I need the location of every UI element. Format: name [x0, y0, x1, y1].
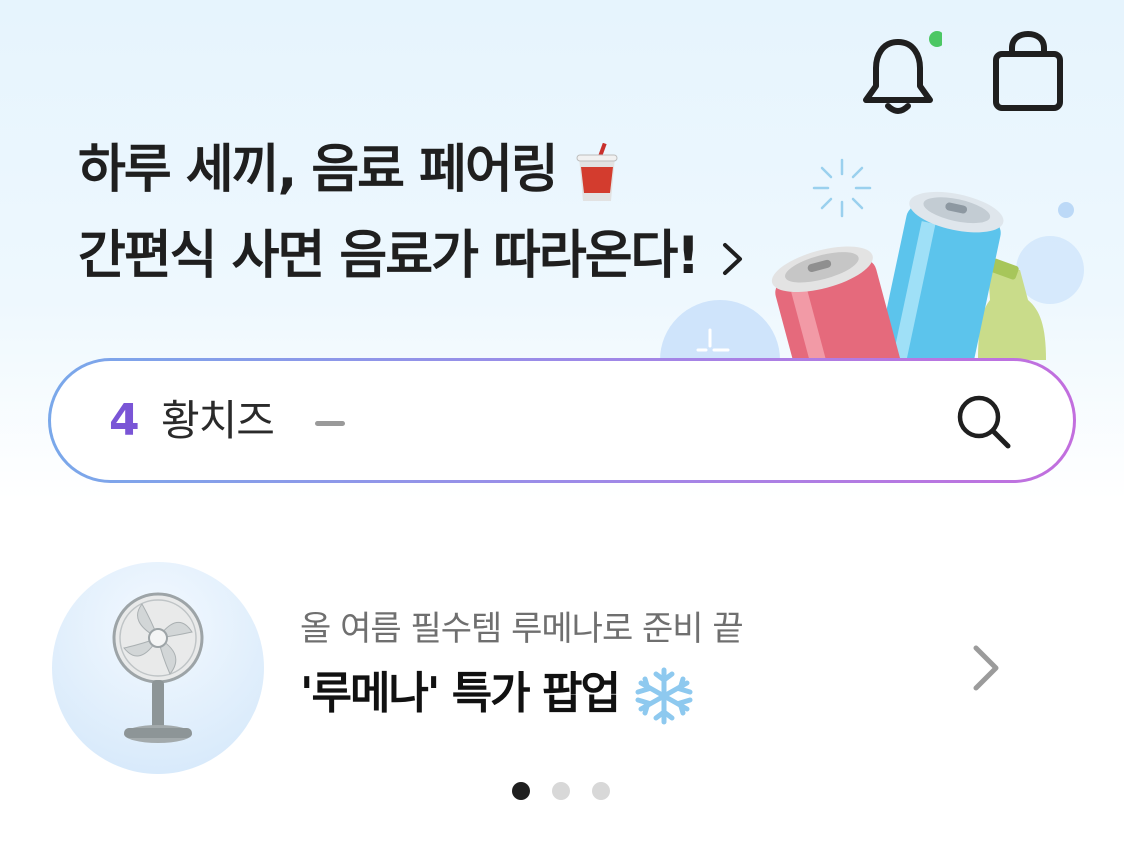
banner-line1-text: 하루 세끼, 음료 페어링 [78, 140, 559, 200]
promo-title[interactable]: '루메나' 특가 팝업 [300, 664, 694, 726]
banner-headline[interactable]: 하루 세끼, 음료 페어링 [78, 138, 621, 203]
promo-subtitle[interactable]: 올 여름 필수템 루메나로 준비 끝 [300, 606, 744, 652]
shopping-bag-icon [993, 30, 1063, 111]
chevron-right-icon[interactable] [966, 640, 1006, 696]
carousel-dot-active[interactable] [512, 782, 530, 800]
search-bar[interactable]: 4 황치즈 [48, 358, 1076, 483]
banner-subline[interactable]: 간편식 사면 음료가 따라온다! [78, 224, 746, 288]
promo-thumbnail[interactable] [52, 562, 264, 774]
carousel-dot[interactable] [552, 782, 570, 800]
banner-illustration[interactable] [660, 150, 1100, 420]
notification-badge [929, 31, 945, 47]
desk-fan-icon [112, 592, 204, 743]
carousel-dot[interactable] [592, 782, 610, 800]
drink-cup-icon [576, 142, 618, 201]
search-field[interactable]: 4 황치즈 [51, 361, 1073, 480]
search-icon[interactable] [953, 391, 1015, 453]
promo-title-text: '루메나' 특가 팝업 [300, 668, 621, 719]
cart-button[interactable] [990, 30, 1066, 114]
trending-rank: 4 [109, 395, 140, 446]
banner-line2-text: 간편식 사면 음료가 따라온다! [78, 226, 700, 286]
bell-icon [863, 31, 945, 114]
trend-indicator [315, 421, 345, 426]
trending-keyword: 황치즈 [161, 396, 275, 445]
notification-button[interactable] [858, 30, 945, 114]
carousel-indicator [510, 782, 630, 802]
snowflake-icon [635, 667, 693, 725]
